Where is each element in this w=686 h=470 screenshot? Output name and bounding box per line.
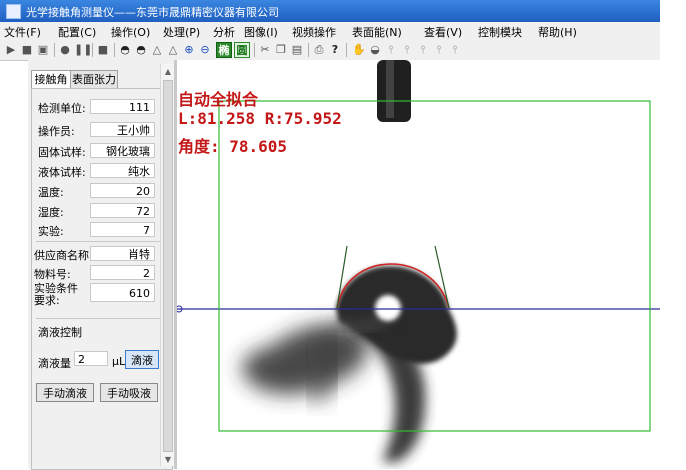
hand-icon[interactable]: ✋: [352, 42, 366, 58]
scroll-up-icon[interactable]: ▲: [163, 66, 173, 78]
field-label-solid: 固体试样:: [38, 146, 86, 159]
field-label-unit: 检测单位:: [38, 102, 86, 115]
volume-unit: μL: [112, 355, 126, 368]
supplier-field[interactable]: 肖特: [90, 246, 155, 261]
panel-scrollbar[interactable]: ▲ ▼: [160, 64, 175, 466]
menu-view[interactable]: 查看(V): [424, 24, 462, 40]
help-icon[interactable]: ?: [328, 42, 342, 58]
manual-dispense-button[interactable]: 手动滴液: [36, 383, 94, 402]
needle-up-icon[interactable]: ⫯: [416, 42, 430, 58]
dispense-button[interactable]: 滴液: [125, 350, 159, 369]
menu-video[interactable]: 视频操作: [292, 24, 336, 40]
left-right-angle-text: L:81.258 R:75.952: [178, 109, 342, 128]
operator-field[interactable]: 王小帅: [90, 122, 155, 137]
triangle-icon[interactable]: △: [150, 42, 164, 58]
menu-analysis[interactable]: 分析: [213, 24, 235, 40]
play-icon[interactable]: ▶: [4, 42, 18, 58]
contact-angle-text: 角度: 78.605: [178, 137, 288, 156]
snapshot-icon[interactable]: ■: [96, 42, 110, 58]
field-label-temperature: 温度:: [38, 186, 64, 199]
fit-circle-button[interactable]: 圆: [234, 42, 250, 58]
camera-icon[interactable]: ▣: [36, 42, 50, 58]
window-title: 光学接触角测量仪——东莞市晟鼎精密仪器有限公司: [26, 6, 279, 19]
material-label: 物料号:: [34, 268, 71, 281]
solid-sample-field[interactable]: 钢化玻璃: [90, 143, 155, 158]
triangle-outline-icon[interactable]: △: [166, 42, 180, 58]
scroll-down-icon[interactable]: ▼: [163, 454, 173, 466]
fit-mode-text: 自动全拟合: [178, 90, 259, 109]
divider: [36, 241, 164, 242]
menu-control-module[interactable]: 控制模块: [478, 24, 522, 40]
dispense-section-title: 滴液控制: [38, 326, 82, 339]
stop-icon[interactable]: ■: [20, 42, 34, 58]
material-field[interactable]: 2: [90, 265, 155, 280]
condition-field[interactable]: 610: [90, 283, 155, 302]
divider: [36, 318, 164, 319]
experiment-field[interactable]: 7: [90, 222, 155, 237]
humidity-field[interactable]: 72: [90, 203, 155, 218]
scroll-thumb[interactable]: [163, 80, 173, 452]
parameter-panel: 检测单位: 111 操作员: 王小帅 固体试样: 钢化玻璃 液体试样: 纯水 温…: [31, 88, 173, 470]
manual-aspirate-button[interactable]: 手动吸液: [100, 383, 158, 402]
print-icon[interactable]: ⎙: [312, 42, 326, 58]
app-icon: [6, 4, 21, 19]
menu-image[interactable]: 图像(I): [244, 24, 278, 40]
liquid-sample-field[interactable]: 纯水: [90, 163, 155, 178]
menu-file[interactable]: 文件(F): [4, 24, 41, 40]
field-label-experiment: 实验:: [38, 225, 64, 238]
field-label-liquid: 液体试样:: [38, 166, 86, 179]
field-label-operator: 操作员:: [38, 125, 75, 138]
drop-shape-icon[interactable]: ◒: [368, 42, 382, 58]
menu-operate[interactable]: 操作(O): [111, 24, 150, 40]
menu-process[interactable]: 处理(P): [163, 24, 200, 40]
sessile-drop-icon[interactable]: ◓: [118, 42, 132, 58]
fit-ellipse-button[interactable]: 椭: [216, 42, 232, 58]
record-icon[interactable]: ●: [58, 42, 72, 58]
baseline-icon[interactable]: ⊖: [198, 42, 212, 58]
menu-help[interactable]: 帮助(H): [538, 24, 577, 40]
paste-icon[interactable]: ▤: [290, 42, 304, 58]
menu-config[interactable]: 配置(C): [58, 24, 96, 40]
condition-label: 实验条件要求:: [34, 282, 78, 307]
dispense-volume-input[interactable]: 2: [74, 351, 108, 366]
temperature-field[interactable]: 20: [90, 183, 155, 198]
tab-contact-angle[interactable]: 接触角: [31, 70, 71, 89]
unit-field[interactable]: 111: [90, 99, 155, 114]
toolbar: ▶ ■ ▣ ● ❚❚ ■ ◓ ◓ △ △ ⊕ ⊖ 椭 圆 ✂ ❐ ▤ ⎙ ? ✋…: [0, 40, 660, 61]
needle-right-icon[interactable]: ⫯: [448, 42, 462, 58]
needle-icon[interactable]: ⫯: [384, 42, 398, 58]
crosshair-icon[interactable]: ⊕: [182, 42, 196, 58]
menu-surface-energy[interactable]: 表面能(N): [352, 24, 402, 40]
cut-icon[interactable]: ✂: [258, 42, 272, 58]
tab-surface-tension[interactable]: 表面张力: [70, 70, 118, 89]
dispense-volume-label: 滴液量: [38, 357, 71, 370]
drop-profile-icon[interactable]: ◓: [134, 42, 148, 58]
supplier-label: 供应商名称: [34, 249, 89, 262]
copy-icon[interactable]: ❐: [274, 42, 288, 58]
left-panel: 接触角 表面张力 检测单位: 111 操作员: 王小帅 固体试样: 钢化玻璃 液…: [28, 60, 179, 470]
menu-bar: 文件(F) 配置(C) 操作(O) 处理(P) 分析 图像(I) 视频操作 表面…: [0, 22, 660, 40]
needle-down-icon[interactable]: ⫯: [400, 42, 414, 58]
droplet-highlight: [375, 295, 401, 321]
field-label-humidity: 湿度:: [38, 206, 64, 219]
pause-icon[interactable]: ❚❚: [74, 42, 92, 58]
title-bar: 光学接触角测量仪——东莞市晟鼎精密仪器有限公司: [0, 0, 660, 22]
needle-left-icon[interactable]: ⫯: [432, 42, 446, 58]
